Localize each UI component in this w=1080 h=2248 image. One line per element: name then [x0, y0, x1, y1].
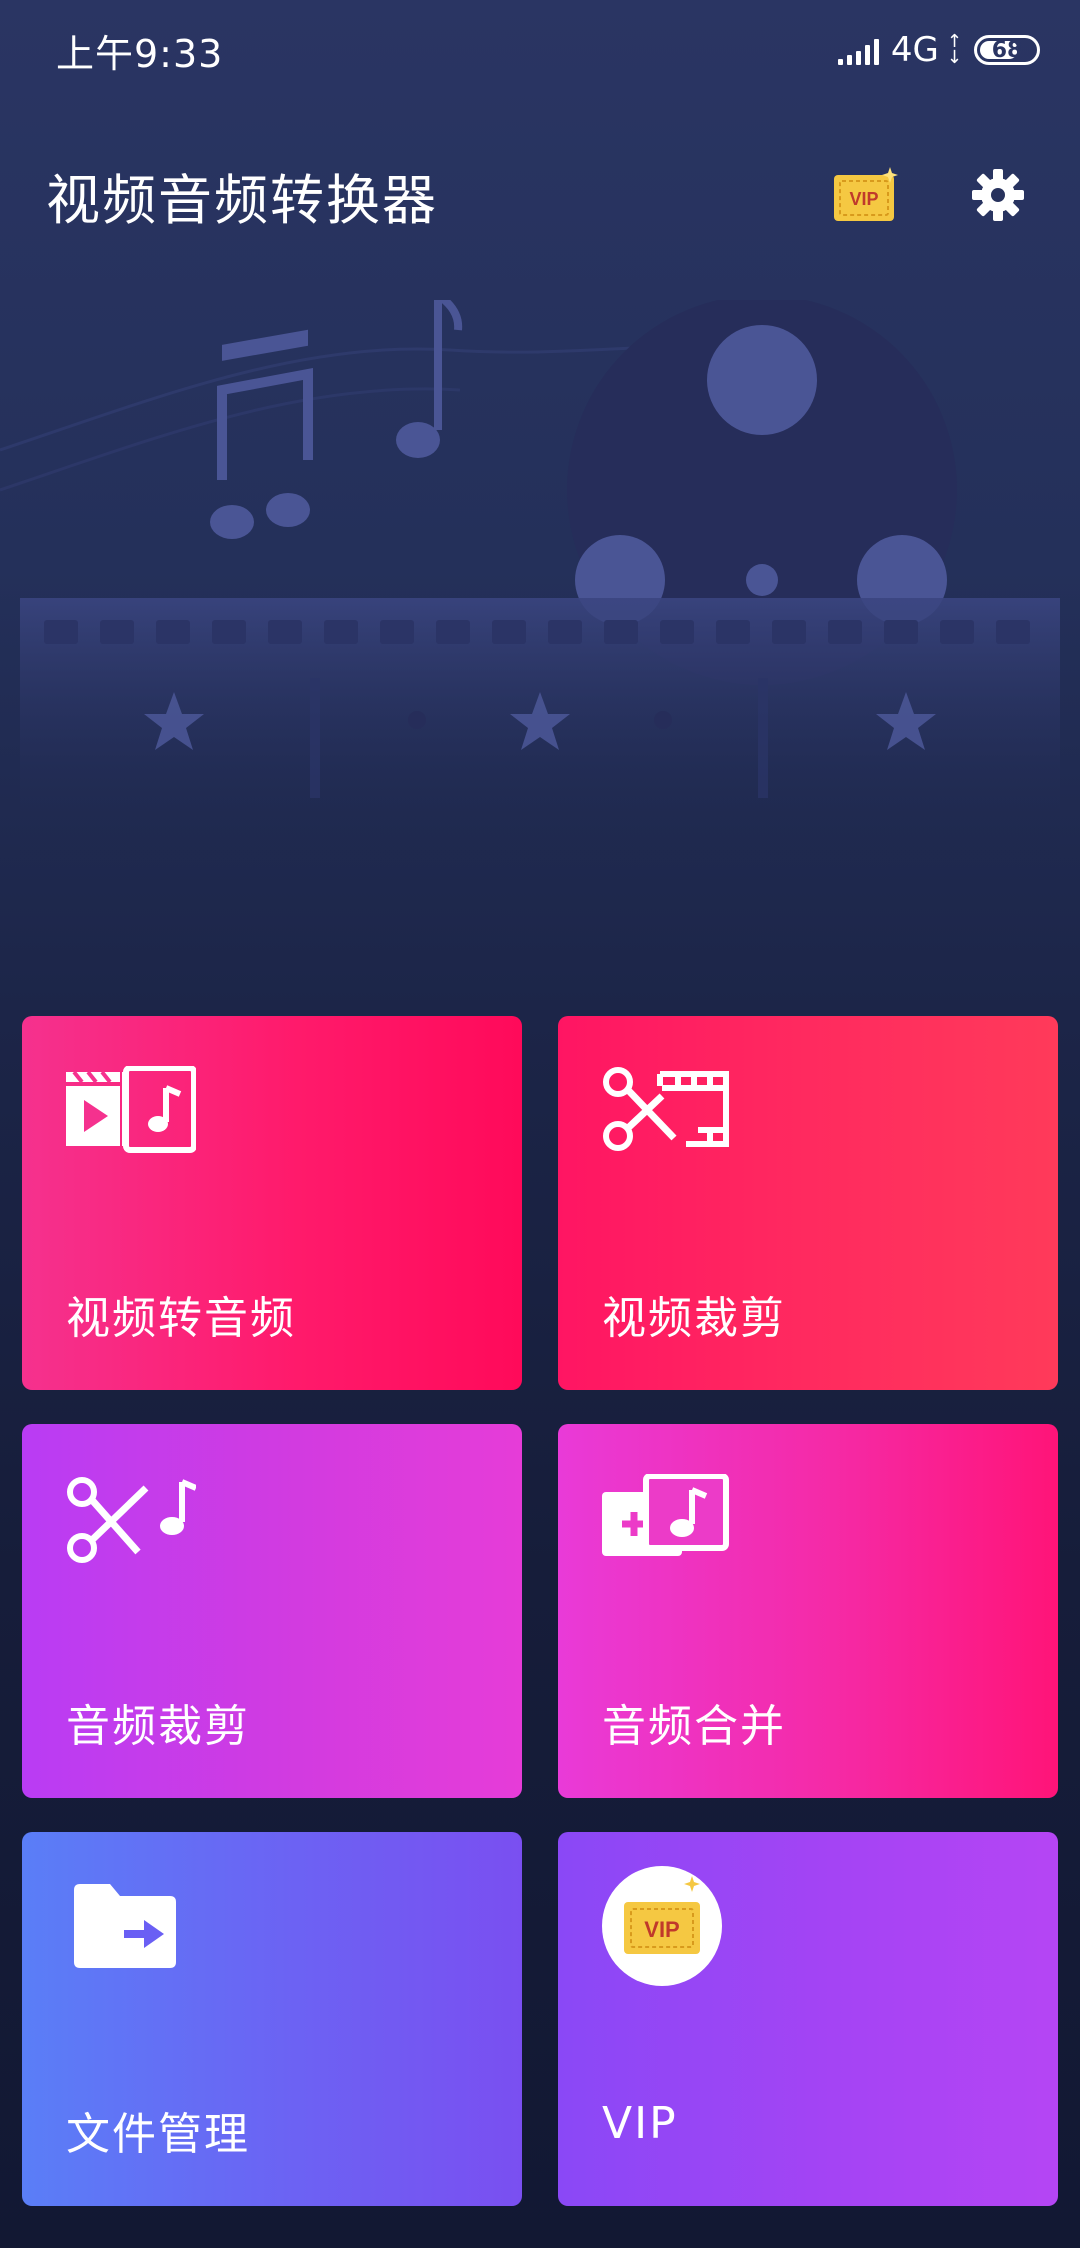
tile-label: VIP	[602, 2098, 678, 2149]
network-type: 4G	[890, 30, 939, 70]
tile-label: 视频裁剪	[602, 1293, 786, 1344]
music-note-icon	[210, 291, 463, 539]
svg-text:VIP: VIP	[849, 189, 878, 209]
hero-illustration	[0, 291, 1080, 860]
audio-merge-icon	[602, 1473, 732, 1584]
tile-vip[interactable]: VIP VIP	[558, 1832, 1058, 2206]
tile-label: 音频合并	[602, 1701, 786, 1752]
settings-button[interactable]	[970, 167, 1026, 223]
tile-video-to-audio[interactable]: 视频转音频	[22, 1016, 522, 1390]
tile-file-manager[interactable]: 文件管理	[22, 1832, 522, 2206]
audio-cut-icon	[66, 1474, 198, 1584]
video-to-audio-icon	[66, 1065, 197, 1176]
vip-ticket-icon[interactable]: VIP	[830, 165, 900, 225]
tile-label: 音频裁剪	[66, 1701, 250, 1752]
tile-video-cut[interactable]: 视频裁剪	[558, 1016, 1058, 1390]
battery-level: 68	[991, 37, 1023, 63]
tile-audio-cut[interactable]: 音频裁剪	[22, 1424, 522, 1798]
svg-text:VIP: VIP	[644, 1917, 679, 1942]
vip-badge-icon: VIP	[602, 1862, 732, 1986]
tile-label: 文件管理	[66, 2109, 250, 2160]
page-title: 视频音频转换器	[46, 168, 438, 232]
folder-icon	[74, 1882, 204, 1992]
gear-icon	[972, 169, 1024, 221]
signal-icon	[837, 35, 879, 65]
tile-audio-merge[interactable]: 音频合并	[558, 1424, 1058, 1798]
tile-label: 视频转音频	[66, 1293, 296, 1344]
app-header: 视频音频转换器 VIP	[0, 150, 1080, 240]
video-cut-icon	[602, 1066, 732, 1176]
battery-icon: 68	[974, 35, 1040, 65]
status-bar: 上午9:33 4G ↑ ↓ 68	[0, 0, 1080, 100]
data-activity-icon: ↑ ↓	[946, 31, 962, 68]
status-indicators: 4G ↑ ↓ 68	[837, 30, 1040, 70]
status-time: 上午9:33	[56, 31, 224, 76]
feature-grid: 视频转音频 视频裁剪 音频裁剪 音频合并 文件管理 VIP VIP	[22, 1016, 1058, 2206]
